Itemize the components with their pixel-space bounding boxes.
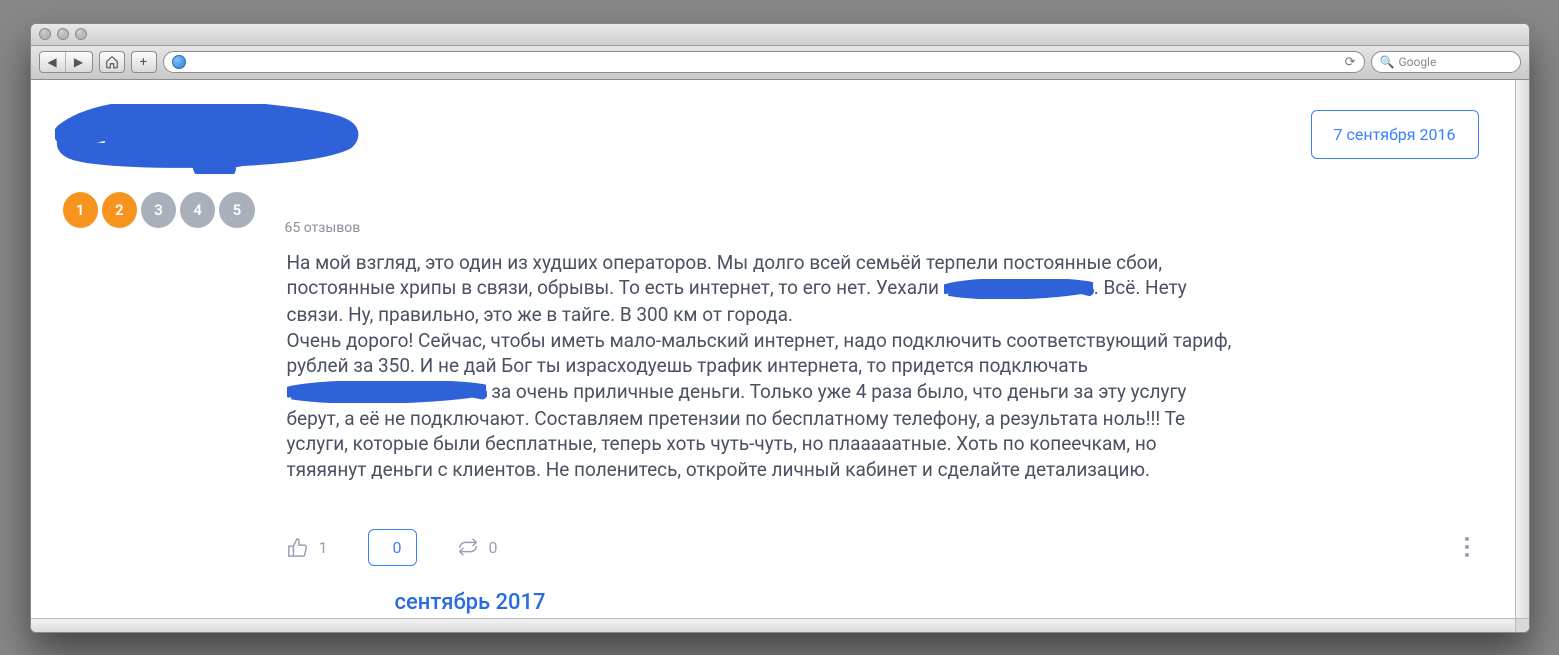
review-actions: 1 0 0 — [287, 529, 1479, 566]
redacted-inline-2 — [287, 380, 487, 406]
like-count: 1 — [319, 538, 328, 557]
review-card: 7 сентября 2016 1 2 3 4 5 — [31, 80, 1529, 632]
browser-toolbar: ◀ ▶ + ⟳ 🔍 Google — [31, 46, 1529, 80]
vertical-scrollbar[interactable] — [1515, 80, 1529, 618]
review-text-3: Очень дорого! Сейчас, чтобы иметь мало-м… — [287, 329, 1232, 378]
search-box[interactable]: 🔍 Google — [1371, 51, 1521, 73]
more-options-button[interactable] — [1465, 537, 1469, 557]
address-bar[interactable]: ⟳ — [163, 51, 1365, 73]
redacted-author-name — [55, 104, 365, 174]
thumbs-up-icon — [287, 536, 309, 558]
reload-icon[interactable]: ⟳ — [1345, 55, 1356, 70]
nav-buttons: ◀ ▶ — [39, 51, 93, 73]
rating-3[interactable]: 3 — [141, 192, 176, 228]
review-date: 7 сентября 2016 — [1311, 110, 1479, 159]
share-count: 0 — [489, 538, 498, 557]
window-zoom-button[interactable] — [75, 28, 87, 40]
home-button[interactable] — [99, 51, 125, 73]
month-heading: сентябрь 2017 — [395, 590, 1479, 615]
review-body: На мой взгляд, это один из худших операт… — [287, 250, 1239, 483]
window-minimize-button[interactable] — [57, 28, 69, 40]
share-icon — [457, 536, 479, 558]
review-count: 65 отзывов — [285, 220, 1479, 236]
comment-count: 0 — [393, 538, 402, 557]
search-placeholder: Google — [1398, 55, 1436, 69]
forward-button[interactable]: ▶ — [66, 52, 92, 72]
share-button[interactable]: 0 — [457, 536, 498, 558]
comment-button[interactable]: 0 — [368, 529, 417, 566]
rating-2[interactable]: 2 — [102, 192, 137, 228]
redacted-inline-1 — [944, 276, 1094, 302]
rating-4[interactable]: 4 — [180, 192, 215, 228]
page-content: 7 сентября 2016 1 2 3 4 5 — [31, 80, 1529, 632]
rating-1[interactable]: 1 — [63, 192, 98, 228]
search-icon: 🔍 — [1380, 55, 1395, 69]
back-button[interactable]: ◀ — [40, 52, 66, 72]
rating-5[interactable]: 5 — [219, 192, 254, 228]
like-button[interactable]: 1 — [287, 536, 328, 558]
window-close-button[interactable] — [39, 28, 51, 40]
browser-window: ◀ ▶ + ⟳ 🔍 Google 7 сентября 2016 — [30, 23, 1530, 633]
globe-icon — [172, 55, 186, 69]
rating: 1 2 3 4 5 — [63, 192, 255, 228]
add-tab-button[interactable]: + — [131, 51, 157, 73]
horizontal-scrollbar[interactable] — [31, 618, 1515, 632]
scroll-corner — [1515, 618, 1529, 632]
titlebar — [31, 24, 1529, 46]
